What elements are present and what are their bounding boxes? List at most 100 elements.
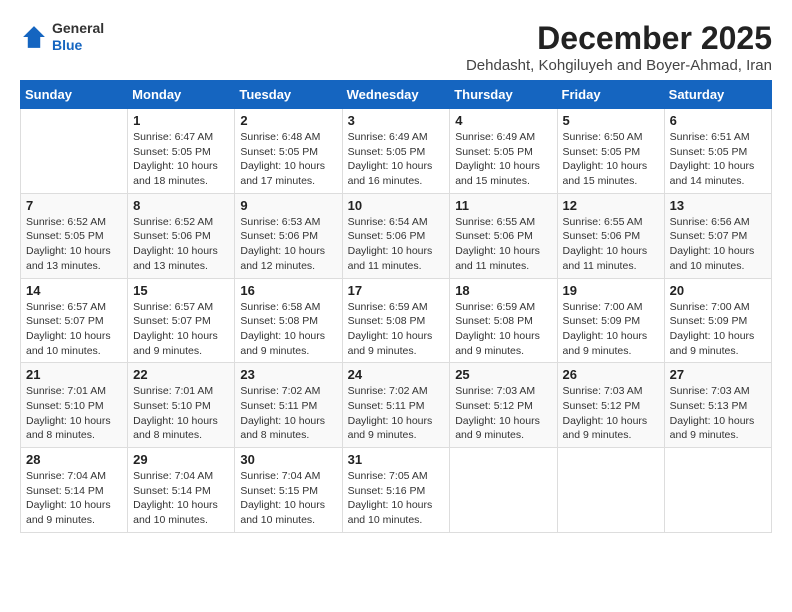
- day-number: 15: [133, 283, 229, 298]
- calendar-cell: 10 Sunrise: 6:54 AM Sunset: 5:06 PM Dayli…: [342, 193, 450, 278]
- calendar-cell: 18Sunrise: 6:59 AM Sunset: 5:08 PM Dayli…: [450, 278, 557, 363]
- calendar-cell: 16 Sunrise: 6:58 AM Sunset: 5:08 PM Dayli…: [235, 278, 342, 363]
- day-number: 22: [133, 367, 229, 382]
- calendar-week-row: 14Sunrise: 6:57 AM Sunset: 5:07 PM Dayli…: [21, 278, 772, 363]
- day-number: 27: [670, 367, 766, 382]
- day-number: 31: [348, 452, 445, 467]
- day-detail: Sunrise: 7:04 AM Sunset: 5:15 PM Dayligh…: [240, 469, 336, 528]
- calendar-cell: [664, 448, 771, 533]
- day-detail: Sunrise: 6:57 AM Sunset: 5:07 PM Dayligh…: [26, 300, 122, 359]
- day-number: 24: [348, 367, 445, 382]
- calendar-cell: 20Sunrise: 7:00 AM Sunset: 5:09 PM Dayli…: [664, 278, 771, 363]
- calendar-cell: 22 Sunrise: 7:01 AM Sunset: 5:10 PM Dayli…: [128, 363, 235, 448]
- calendar-cell: [450, 448, 557, 533]
- day-number: 3: [348, 113, 445, 128]
- calendar-cell: 13 Sunrise: 6:56 AM Sunset: 5:07 PM Dayli…: [664, 193, 771, 278]
- weekday-header-wednesday: Wednesday: [342, 81, 450, 109]
- month-year-title: December 2025: [466, 20, 772, 57]
- day-number: 29: [133, 452, 229, 467]
- day-detail: Sunrise: 6:49 AM Sunset: 5:05 PM Dayligh…: [348, 130, 445, 189]
- calendar-cell: 14Sunrise: 6:57 AM Sunset: 5:07 PM Dayli…: [21, 278, 128, 363]
- day-number: 12: [563, 198, 659, 213]
- calendar-cell: 6 Sunrise: 6:51 AM Sunset: 5:05 PM Daylig…: [664, 109, 771, 194]
- page-header: General Blue December 2025 Dehdasht, Koh…: [20, 20, 772, 74]
- title-block: December 2025 Dehdasht, Kohgiluyeh and B…: [466, 20, 772, 74]
- day-detail: Sunrise: 6:58 AM Sunset: 5:08 PM Dayligh…: [240, 300, 336, 359]
- day-number: 5: [563, 113, 659, 128]
- calendar-week-row: 1Sunrise: 6:47 AM Sunset: 5:05 PM Daylig…: [21, 109, 772, 194]
- day-detail: Sunrise: 6:55 AM Sunset: 5:06 PM Dayligh…: [455, 215, 551, 274]
- calendar-cell: 15 Sunrise: 6:57 AM Sunset: 5:07 PM Dayli…: [128, 278, 235, 363]
- day-detail: Sunrise: 6:49 AM Sunset: 5:05 PM Dayligh…: [455, 130, 551, 189]
- weekday-header-row: SundayMondayTuesdayWednesdayThursdayFrid…: [21, 81, 772, 109]
- day-number: 1: [133, 113, 229, 128]
- calendar-cell: 12 Sunrise: 6:55 AM Sunset: 5:06 PM Dayli…: [557, 193, 664, 278]
- day-detail: Sunrise: 7:03 AM Sunset: 5:12 PM Dayligh…: [455, 384, 551, 443]
- logo-blue: Blue: [52, 37, 104, 54]
- day-detail: Sunrise: 7:00 AM Sunset: 5:09 PM Dayligh…: [670, 300, 766, 359]
- calendar-cell: 2Sunrise: 6:48 AM Sunset: 5:05 PM Daylig…: [235, 109, 342, 194]
- day-detail: Sunrise: 7:04 AM Sunset: 5:14 PM Dayligh…: [26, 469, 122, 528]
- calendar-cell: [557, 448, 664, 533]
- logo: General Blue: [20, 20, 104, 54]
- day-number: 25: [455, 367, 551, 382]
- day-number: 7: [26, 198, 122, 213]
- day-detail: Sunrise: 6:57 AM Sunset: 5:07 PM Dayligh…: [133, 300, 229, 359]
- calendar-cell: 8 Sunrise: 6:52 AM Sunset: 5:06 PM Daylig…: [128, 193, 235, 278]
- day-number: 11: [455, 198, 551, 213]
- day-number: 23: [240, 367, 336, 382]
- weekday-header-sunday: Sunday: [21, 81, 128, 109]
- calendar-week-row: 28 Sunrise: 7:04 AM Sunset: 5:14 PM Dayli…: [21, 448, 772, 533]
- day-number: 26: [563, 367, 659, 382]
- logo-general: General: [52, 20, 104, 37]
- day-number: 6: [670, 113, 766, 128]
- calendar-cell: 19Sunrise: 7:00 AM Sunset: 5:09 PM Dayli…: [557, 278, 664, 363]
- day-detail: Sunrise: 6:51 AM Sunset: 5:05 PM Dayligh…: [670, 130, 766, 189]
- day-number: 28: [26, 452, 122, 467]
- day-number: 13: [670, 198, 766, 213]
- day-detail: Sunrise: 7:01 AM Sunset: 5:10 PM Dayligh…: [26, 384, 122, 443]
- calendar-cell: [21, 109, 128, 194]
- calendar-cell: 11 Sunrise: 6:55 AM Sunset: 5:06 PM Dayli…: [450, 193, 557, 278]
- day-detail: Sunrise: 7:02 AM Sunset: 5:11 PM Dayligh…: [348, 384, 445, 443]
- day-detail: Sunrise: 6:59 AM Sunset: 5:08 PM Dayligh…: [455, 300, 551, 359]
- calendar-cell: 3 Sunrise: 6:49 AM Sunset: 5:05 PM Daylig…: [342, 109, 450, 194]
- day-number: 17: [348, 283, 445, 298]
- day-number: 30: [240, 452, 336, 467]
- calendar-cell: 5Sunrise: 6:50 AM Sunset: 5:05 PM Daylig…: [557, 109, 664, 194]
- calendar-week-row: 21 Sunrise: 7:01 AM Sunset: 5:10 PM Dayli…: [21, 363, 772, 448]
- calendar-cell: 4 Sunrise: 6:49 AM Sunset: 5:05 PM Daylig…: [450, 109, 557, 194]
- calendar-cell: 23 Sunrise: 7:02 AM Sunset: 5:11 PM Dayli…: [235, 363, 342, 448]
- day-detail: Sunrise: 6:52 AM Sunset: 5:06 PM Dayligh…: [133, 215, 229, 274]
- calendar-cell: 31Sunrise: 7:05 AM Sunset: 5:16 PM Dayli…: [342, 448, 450, 533]
- day-detail: Sunrise: 6:59 AM Sunset: 5:08 PM Dayligh…: [348, 300, 445, 359]
- weekday-header-friday: Friday: [557, 81, 664, 109]
- day-number: 9: [240, 198, 336, 213]
- weekday-header-tuesday: Tuesday: [235, 81, 342, 109]
- calendar-cell: 29Sunrise: 7:04 AM Sunset: 5:14 PM Dayli…: [128, 448, 235, 533]
- logo-text: General Blue: [52, 20, 104, 54]
- day-detail: Sunrise: 6:54 AM Sunset: 5:06 PM Dayligh…: [348, 215, 445, 274]
- calendar-cell: 26Sunrise: 7:03 AM Sunset: 5:12 PM Dayli…: [557, 363, 664, 448]
- day-number: 4: [455, 113, 551, 128]
- day-detail: Sunrise: 6:53 AM Sunset: 5:06 PM Dayligh…: [240, 215, 336, 274]
- calendar-cell: 28 Sunrise: 7:04 AM Sunset: 5:14 PM Dayli…: [21, 448, 128, 533]
- day-detail: Sunrise: 6:55 AM Sunset: 5:06 PM Dayligh…: [563, 215, 659, 274]
- calendar-cell: 17 Sunrise: 6:59 AM Sunset: 5:08 PM Dayli…: [342, 278, 450, 363]
- calendar-table: SundayMondayTuesdayWednesdayThursdayFrid…: [20, 80, 772, 533]
- calendar-cell: 25 Sunrise: 7:03 AM Sunset: 5:12 PM Dayli…: [450, 363, 557, 448]
- day-detail: Sunrise: 7:00 AM Sunset: 5:09 PM Dayligh…: [563, 300, 659, 359]
- day-detail: Sunrise: 7:01 AM Sunset: 5:10 PM Dayligh…: [133, 384, 229, 443]
- day-detail: Sunrise: 6:52 AM Sunset: 5:05 PM Dayligh…: [26, 215, 122, 274]
- weekday-header-monday: Monday: [128, 81, 235, 109]
- calendar-cell: 24 Sunrise: 7:02 AM Sunset: 5:11 PM Dayli…: [342, 363, 450, 448]
- day-number: 10: [348, 198, 445, 213]
- day-number: 16: [240, 283, 336, 298]
- day-number: 21: [26, 367, 122, 382]
- calendar-week-row: 7 Sunrise: 6:52 AM Sunset: 5:05 PM Daylig…: [21, 193, 772, 278]
- day-number: 2: [240, 113, 336, 128]
- day-detail: Sunrise: 7:02 AM Sunset: 5:11 PM Dayligh…: [240, 384, 336, 443]
- day-detail: Sunrise: 6:56 AM Sunset: 5:07 PM Dayligh…: [670, 215, 766, 274]
- day-number: 8: [133, 198, 229, 213]
- calendar-cell: 9 Sunrise: 6:53 AM Sunset: 5:06 PM Daylig…: [235, 193, 342, 278]
